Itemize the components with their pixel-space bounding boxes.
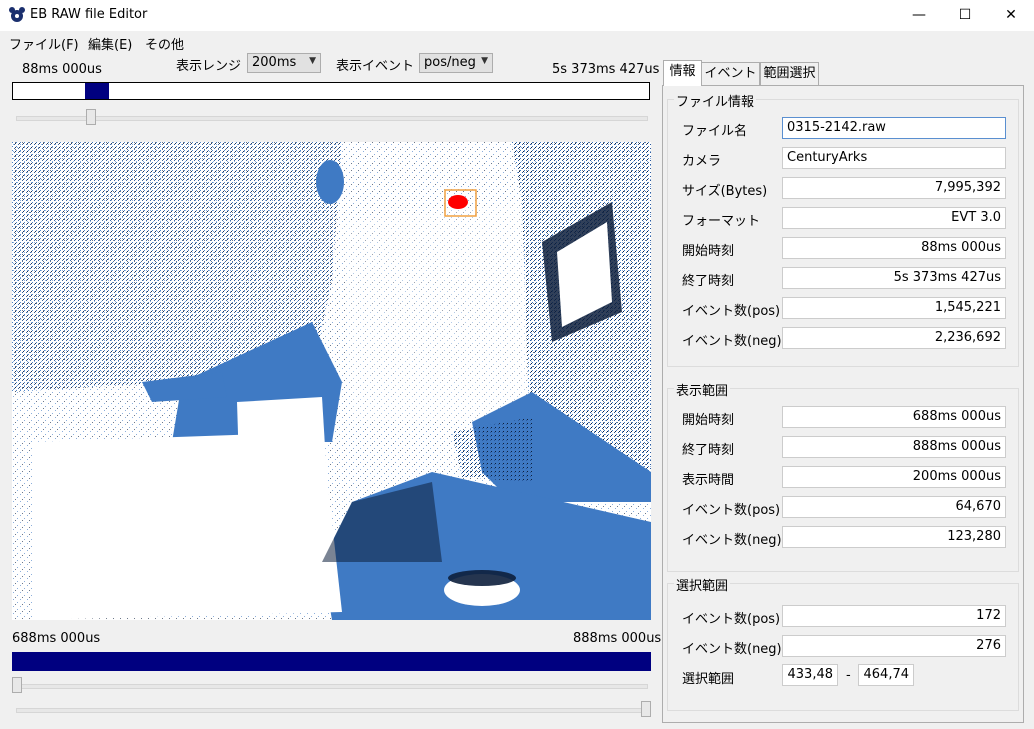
view-pos-label: イベント数(pos) [682,503,781,518]
menu-file[interactable]: ファイル(F) [9,34,79,53]
chevron-down-icon: ▼ [309,56,316,66]
file-end-label: 終了時刻 [682,274,735,289]
format-label: フォーマット [682,214,761,229]
selection-group: 選択範囲 イベント数(pos) 172 イベント数(neg) 276 選択範囲 … [667,575,1019,711]
menu-bar: ファイル(F) 編集(E) その他 [0,31,1034,53]
size-field[interactable]: 7,995,392 [782,177,1006,199]
tab-range-select[interactable]: 範囲選択 [760,62,819,85]
display-range-title: 表示範囲 [674,380,731,399]
sel-neg-field[interactable]: 276 [782,635,1006,657]
position-slider-track[interactable] [16,116,648,121]
view-start-field[interactable]: 688ms 000us [782,406,1006,428]
format-field[interactable]: EVT 3.0 [782,207,1006,229]
selected-events [448,195,468,209]
event-select-value: pos/neg [424,55,476,70]
menu-edit[interactable]: 編集(E) [88,34,132,53]
file-start-field[interactable]: 88ms 000us [782,237,1006,259]
file-pos-field[interactable]: 1,545,221 [782,297,1006,319]
tab-info[interactable]: 情報 [663,60,702,86]
view-timeline[interactable] [12,652,651,671]
file-pos-label: イベント数(pos) [682,304,781,319]
view-start-label: 開始時刻 [682,413,735,428]
view-end-time: 888ms 000us [573,631,662,646]
file-start-label: 開始時刻 [682,244,735,259]
range-select-value: 200ms [252,55,297,70]
event-select[interactable]: pos/neg ▼ [419,53,493,73]
view-neg-field[interactable]: 123,280 [782,526,1006,548]
view-duration-label: 表示時間 [682,473,735,488]
view-end-label: 終了時刻 [682,443,735,458]
camera-label: カメラ [682,154,722,169]
chevron-down-icon: ▼ [481,56,488,66]
sel-range-separator: - [846,668,851,683]
close-button[interactable]: ✕ [988,0,1034,31]
event-scene [12,142,651,620]
view-start-time: 688ms 000us [12,631,101,646]
zoom-slider-thumb[interactable] [641,701,651,717]
zoom-slider-track[interactable] [16,708,648,713]
camera-field[interactable]: CenturyArks [782,147,1006,169]
sel-neg-label: イベント数(neg) [682,642,782,657]
info-tab-page: ファイル情報 ファイル名 0315-2142.raw カメラ CenturyAr… [662,85,1024,723]
file-neg-label: イベント数(neg) [682,334,782,349]
selection-title: 選択範囲 [674,575,731,594]
view-end-field[interactable]: 888ms 000us [782,436,1006,458]
title-bar: EB RAW file Editor — ☐ ✕ [0,0,1034,32]
file-timeline[interactable] [12,82,650,100]
file-end-time: 5s 373ms 427us [552,62,660,77]
timeline-window-marker[interactable] [85,83,109,99]
file-name-label: ファイル名 [682,124,748,139]
display-range-group: 表示範囲 開始時刻 688ms 000us 終了時刻 888ms 000us 表… [667,380,1019,572]
event-view[interactable] [12,142,651,620]
view-slider-thumb[interactable] [12,677,22,693]
sel-range-label: 選択範囲 [682,672,735,687]
sel-pos-label: イベント数(pos) [682,612,781,627]
view-slider-track[interactable] [16,684,648,689]
position-slider-thumb[interactable] [86,109,96,125]
file-info-group: ファイル情報 ファイル名 0315-2142.raw カメラ CenturyAr… [667,91,1019,367]
view-pos-field[interactable]: 64,670 [782,496,1006,518]
file-end-field[interactable]: 5s 373ms 427us [782,267,1006,289]
sel-range-from-field[interactable]: 433,48 [782,664,838,686]
file-start-time: 88ms 000us [22,62,102,77]
view-duration-field[interactable]: 200ms 000us [782,466,1006,488]
sel-range-to-field[interactable]: 464,74 [858,664,914,686]
size-label: サイズ(Bytes) [682,184,768,199]
sel-pos-field[interactable]: 172 [782,605,1006,627]
maximize-button[interactable]: ☐ [942,0,988,31]
file-neg-field[interactable]: 2,236,692 [782,327,1006,349]
minimize-button[interactable]: — [896,0,942,31]
app-icon [9,7,25,22]
range-label: 表示レンジ [176,59,242,74]
window-title: EB RAW file Editor [30,7,148,22]
event-label: 表示イベント [336,59,415,74]
menu-other[interactable]: その他 [145,34,184,53]
file-info-title: ファイル情報 [674,91,757,110]
file-name-field[interactable]: 0315-2142.raw [782,117,1006,139]
range-select[interactable]: 200ms ▼ [247,53,321,73]
view-neg-label: イベント数(neg) [682,533,782,548]
tab-events[interactable]: イベント [701,62,760,85]
